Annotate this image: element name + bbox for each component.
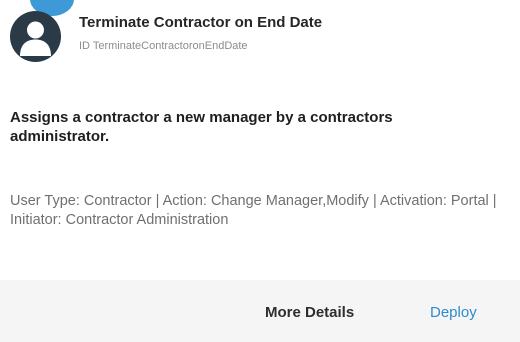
card-id: ID TerminateContractoronEndDate	[79, 40, 248, 52]
card-description: Assigns a contractor a new manager by a …	[10, 109, 393, 145]
user-avatar-icon	[10, 11, 61, 62]
user-silhouette-icon	[20, 21, 51, 56]
workflow-card: Terminate Contractor on End Date ID Term…	[0, 0, 520, 342]
more-details-button[interactable]: More Details	[265, 304, 354, 321]
deploy-button[interactable]: Deploy	[430, 304, 477, 321]
card-title: Terminate Contractor on End Date	[79, 14, 323, 31]
card-meta: User Type: Contractor | Action: Change M…	[10, 193, 497, 228]
